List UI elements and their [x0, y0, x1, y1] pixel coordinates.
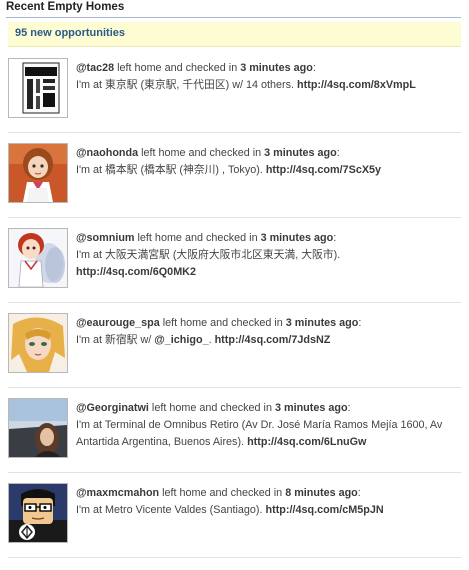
username-link[interactable]: @somnium [76, 232, 135, 244]
time-colon: : [336, 147, 340, 159]
checkin-text: @eaurouge_spa left home and checked in 3… [76, 315, 457, 349]
checkin-time: 3 minutes ago [260, 232, 334, 244]
checkin-phrase: left home and checked in [159, 487, 286, 499]
checkin-item: @naohonda left home and checked in 3 min… [0, 133, 469, 218]
username-link[interactable]: @maxmcmahon [76, 487, 159, 499]
anime-redhead-avatar[interactable] [8, 228, 68, 288]
car-photo-avatar[interactable] [8, 398, 68, 458]
checkin-time: 3 minutes ago [285, 317, 359, 329]
item-divider [8, 557, 461, 558]
book-cover-avatar[interactable] [8, 58, 68, 118]
checkin-item: @somnium left home and checked in 3 minu… [0, 218, 469, 303]
cartoon-man-avatar[interactable] [8, 483, 68, 543]
username-link[interactable]: @Georginatwi [76, 402, 149, 414]
checkin-short-link[interactable]: http://4sq.com/cM5pJN [266, 504, 384, 516]
checkin-text: @maxmcmahon left home and checked in 8 m… [76, 485, 457, 519]
checkin-phrase: left home and checked in [159, 317, 286, 329]
mention-link[interactable]: @_ichigo_ [154, 334, 208, 346]
checkin-phrase: left home and checked in [138, 147, 265, 159]
title-divider [6, 17, 461, 18]
checkin-item: @maxmcmahon left home and checked in 8 m… [0, 473, 469, 558]
username-link[interactable]: @tac28 [76, 62, 114, 74]
checkin-time: 8 minutes ago [285, 487, 358, 499]
checkin-item: @tac28 left home and checked in 3 minute… [0, 48, 469, 133]
anime-girl-avatar[interactable] [8, 143, 68, 203]
checkin-time: 3 minutes ago [274, 402, 348, 414]
time-colon: : [312, 62, 316, 74]
anime-blonde-avatar[interactable] [8, 313, 68, 373]
checkin-message: I'm at 新宿駅 w/ [76, 334, 155, 346]
time-colon: : [347, 402, 351, 414]
checkin-short-link[interactable]: http://4sq.com/7ScX5y [266, 164, 381, 176]
checkin-time: 3 minutes ago [264, 147, 337, 159]
checkin-text: @naohonda left home and checked in 3 min… [76, 145, 457, 179]
username-link[interactable]: @naohonda [76, 147, 138, 159]
checkin-message: I'm at Metro Vicente Valdes (Santiago). [76, 504, 266, 516]
section-title: Recent Empty Homes [6, 1, 125, 13]
checkin-message: I'm at 東京駅 (東京駅, 千代田区) w/ 14 others. [76, 79, 298, 91]
checkin-short-link[interactable]: http://4sq.com/6Q0MK2 [76, 266, 196, 278]
checkin-phrase: left home and checked in [148, 402, 275, 414]
checkin-text: @Georginatwi left home and checked in 3 … [76, 400, 457, 451]
time-colon: : [357, 487, 361, 499]
checkin-short-link[interactable]: http://4sq.com/7JdsNZ [215, 334, 331, 346]
checkin-text: @tac28 left home and checked in 3 minute… [76, 60, 457, 94]
checkin-short-link[interactable]: http://4sq.com/8xVmpL [297, 79, 416, 91]
checkin-message: I'm at 橋本駅 (橋本駅 (神奈川) , Tokyo). [76, 164, 266, 176]
time-colon: : [358, 317, 362, 329]
new-opportunities-banner[interactable]: 95 new opportunities [8, 22, 461, 47]
checkin-phrase: left home and checked in [114, 62, 241, 74]
checkin-message: I'm at 大阪天満宮駅 (大阪府大阪市北区東天満, 大阪市). [76, 249, 341, 261]
username-link[interactable]: @eaurouge_spa [76, 317, 160, 329]
checkin-time: 3 minutes ago [240, 62, 313, 74]
new-opportunities-link[interactable]: 95 new opportunities [15, 27, 125, 39]
checkin-short-link[interactable]: http://4sq.com/6LnuGw [247, 436, 366, 448]
checkin-item: @eaurouge_spa left home and checked in 3… [0, 303, 469, 388]
time-colon: : [333, 232, 337, 244]
checkin-feed: @tac28 left home and checked in 3 minute… [0, 48, 469, 558]
checkin-text: @somnium left home and checked in 3 minu… [76, 230, 457, 281]
checkin-phrase: left home and checked in [134, 232, 261, 244]
checkin-item: @Georginatwi left home and checked in 3 … [0, 388, 469, 473]
